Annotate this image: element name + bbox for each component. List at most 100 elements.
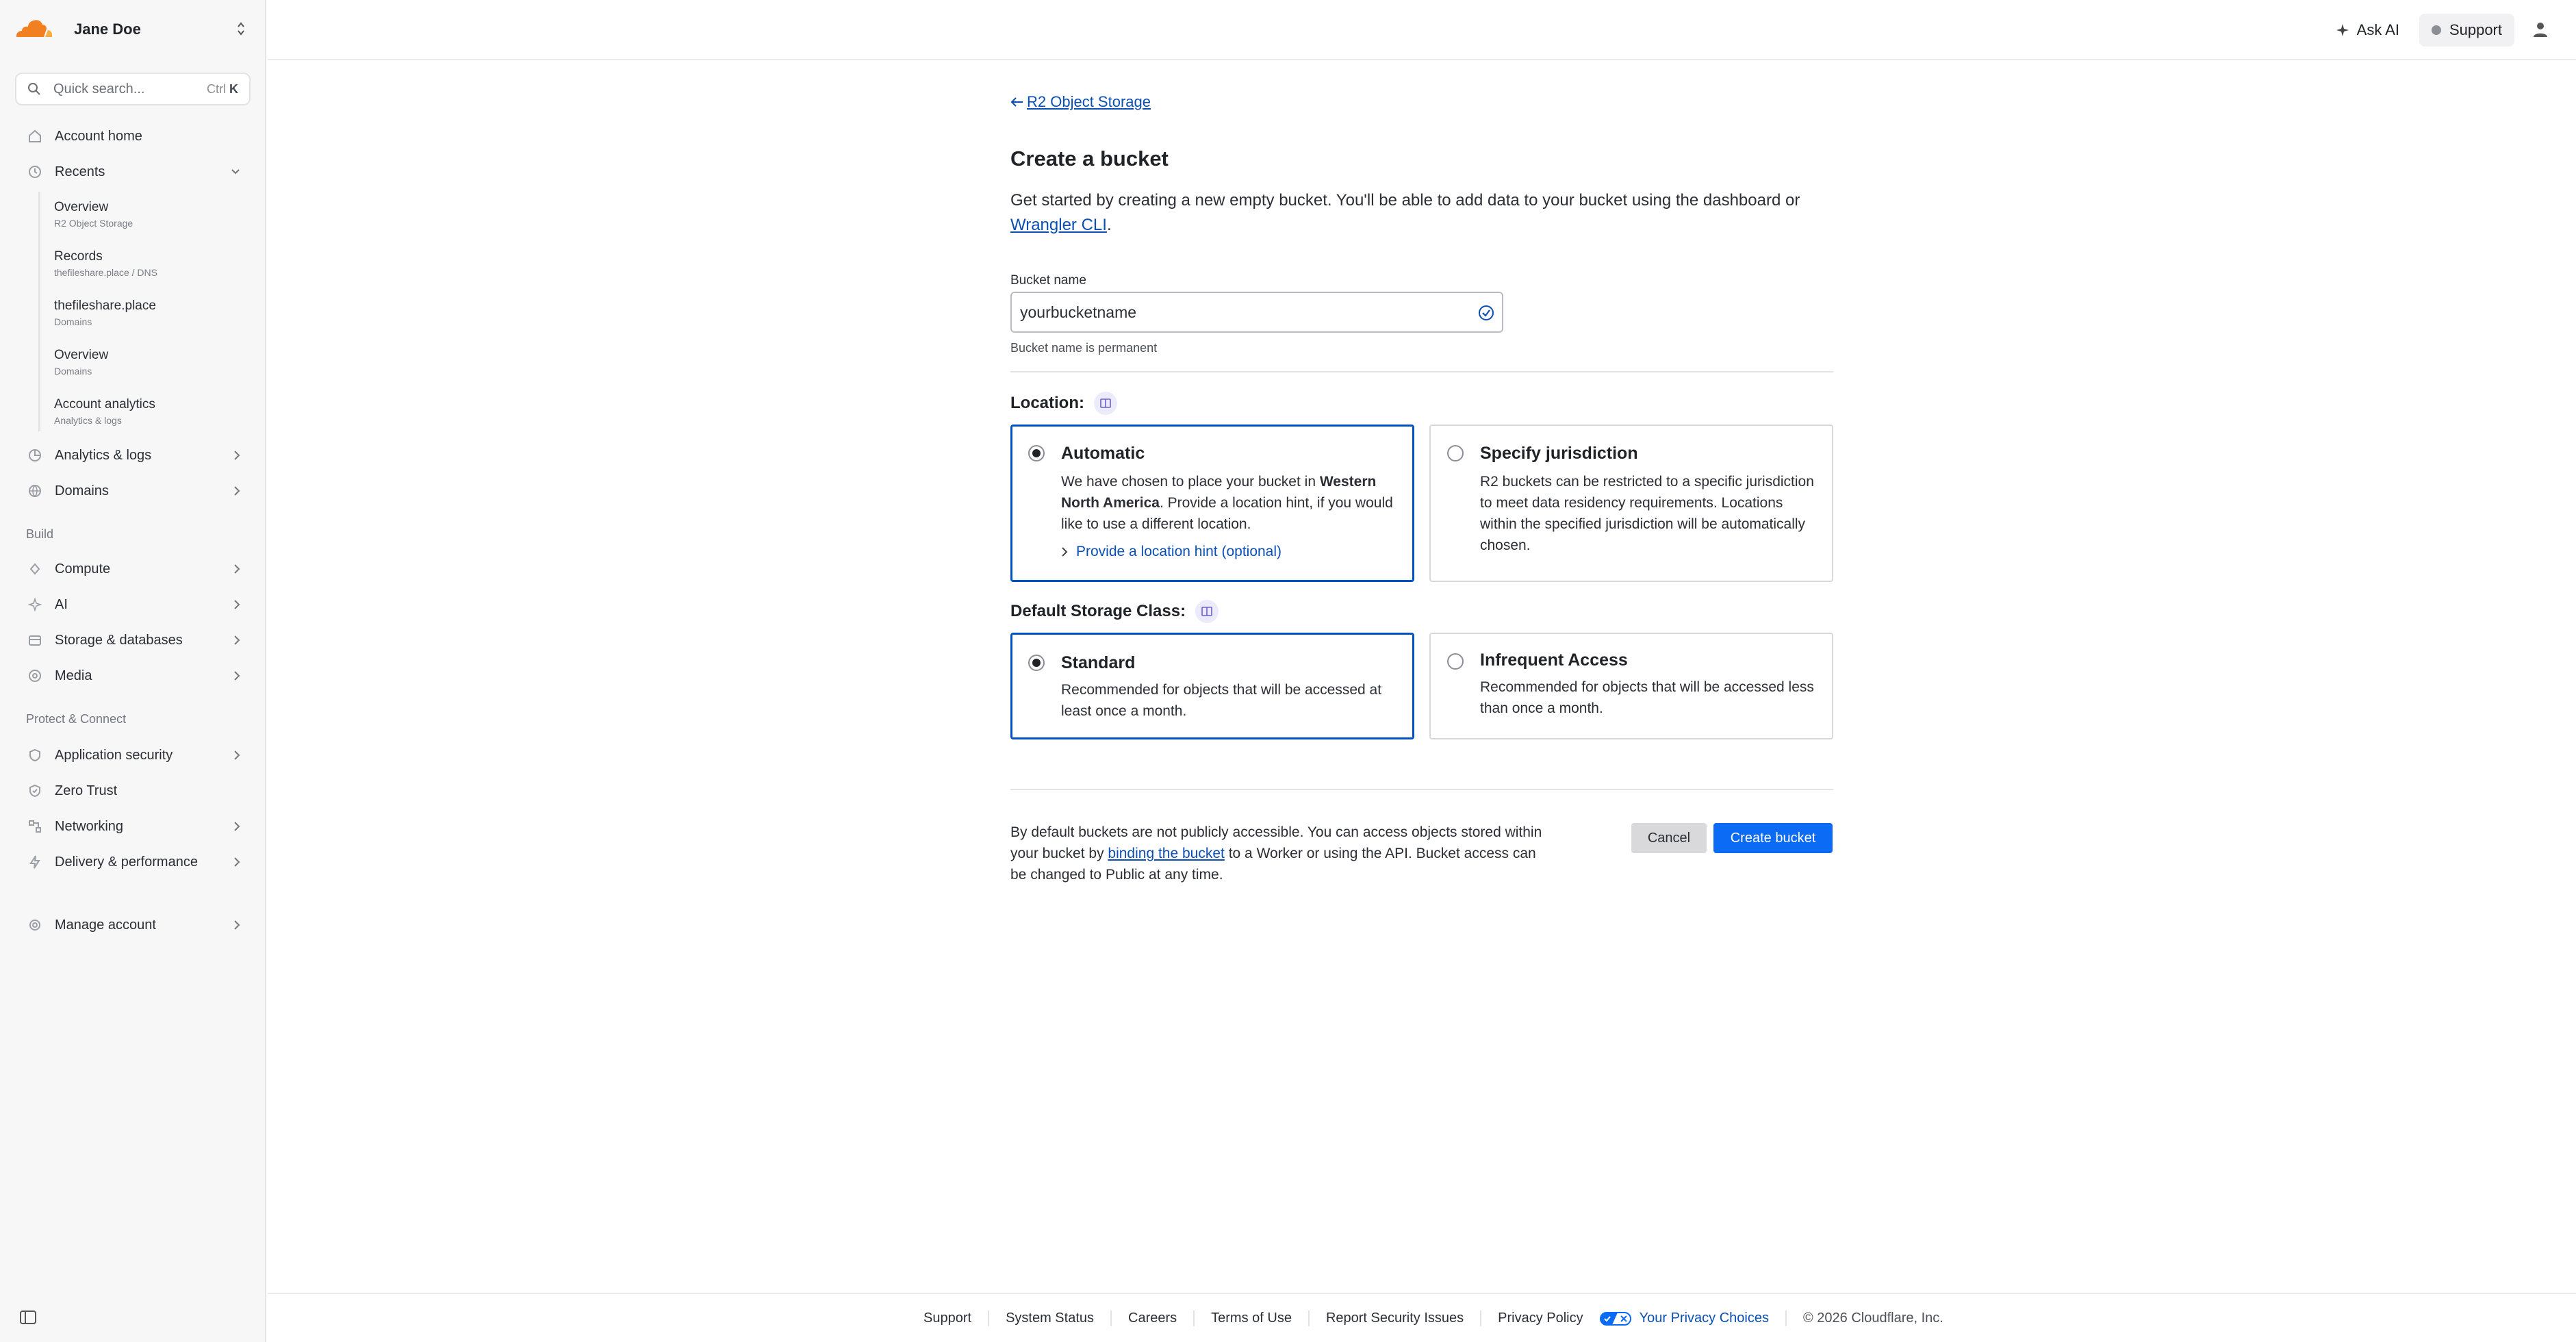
copyright: © 2026 Cloudflare, Inc. [1803,1311,1943,1326]
location-jurisdiction-card[interactable]: Specify jurisdiction R2 buckets can be r… [1429,425,1833,582]
footer-link-careers[interactable]: Careers [1112,1311,1195,1326]
chevron-up-down-icon[interactable] [236,19,246,38]
cloudflare-logo-icon [16,20,52,37]
chevron-right-icon [234,635,240,645]
sparkle-icon [27,597,42,612]
divider [1010,371,1833,372]
home-icon [29,129,41,142]
recent-item[interactable]: thefileshare.place Domains [54,299,246,327]
sidebar-item-ai[interactable]: AI [15,589,251,620]
support-button[interactable]: Support [2419,14,2514,47]
location-hint-toggle[interactable]: Provide a location hint (optional) [1061,544,1281,560]
sidebar-item-media[interactable]: Media [15,660,251,692]
standard-title: Standard [1061,653,1136,672]
page-title: Create a bucket [1010,147,1169,170]
lightning-icon [29,855,40,869]
user-icon[interactable] [2532,21,2549,38]
sidebar-item-recents[interactable]: Recents [15,156,251,188]
top-bar: Ask AI Support [268,0,2576,60]
location-automatic-card[interactable]: Automatic We have chosen to place your b… [1010,425,1414,582]
footer-link-privacy-policy[interactable]: Privacy Policy [1481,1311,1599,1326]
radio-standard[interactable] [1028,655,1045,671]
infrequent-description: Recommended for objects that will be acc… [1480,679,1814,716]
sidebar-item-manage-account[interactable]: Manage account [15,909,251,941]
chevron-right-icon [234,600,240,609]
account-switcher[interactable]: Jane Doe [0,0,266,59]
chevron-right-icon [234,750,240,760]
search-placeholder: Quick search... [53,81,145,97]
chevron-right-icon [234,857,240,867]
quick-search[interactable]: Quick search... Ctrl K [15,73,251,105]
chart-icon [29,449,41,461]
gear-icon [29,920,40,930]
recent-item[interactable]: Overview Domains [54,348,246,377]
public-access-note: By default buckets are not publicly acce… [1010,824,1542,883]
docs-icon[interactable] [1195,600,1219,623]
shield-icon [29,748,40,762]
chevron-down-icon [231,169,240,175]
chevron-right-icon [1062,547,1068,557]
sidebar-item-application-security[interactable]: Application security [15,739,251,771]
back-link[interactable]: R2 Object Storage [1010,93,1151,111]
jurisdiction-title: Specify jurisdiction [1480,444,1638,463]
media-icon [29,670,41,682]
sidebar-item-analytics[interactable]: Analytics & logs [15,440,251,471]
storage-infrequent-card[interactable]: Infrequent Access Recommended for object… [1429,633,1833,739]
sidebar-item-zero-trust[interactable]: Zero Trust [15,775,251,807]
network-icon [29,820,41,833]
wrangler-cli-link[interactable]: Wrangler CLI [1010,216,1107,234]
sparkle-icon [2336,24,2349,36]
sidebar-item-domains[interactable]: Domains [15,475,251,507]
docs-icon[interactable] [1094,392,1117,415]
footer-link-system-status[interactable]: System Status [989,1311,1112,1326]
section-label-protect: Protect & Connect [26,712,127,726]
search-icon [28,83,40,95]
ask-ai-button[interactable]: Ask AI [2335,16,2399,44]
search-shortcut: Ctrl K [206,81,238,96]
chevron-right-icon [234,564,240,574]
chevron-right-icon [234,920,240,930]
automatic-title: Automatic [1061,444,1145,463]
automatic-description: We have chosen to place your bucket in W… [1061,474,1393,532]
radio-infrequent[interactable] [1447,653,1464,670]
standard-description: Recommended for objects that will be acc… [1061,682,1382,719]
footer-link-support[interactable]: Support [923,1311,990,1326]
storage-standard-card[interactable]: Standard Recommended for objects that wi… [1010,633,1414,739]
bucket-name-hint: Bucket name is permanent [1010,341,1158,355]
bucket-name-input[interactable] [1010,292,1503,333]
compute-icon [29,563,40,575]
bucket-name-label: Bucket name [1010,273,1086,288]
privacy-toggle-icon [1599,1311,1631,1326]
section-label-build: Build [26,527,54,541]
footer-link-terms[interactable]: Terms of Use [1195,1311,1310,1326]
globe-icon [29,485,41,498]
zero-trust-shield-icon [29,784,40,798]
database-icon [29,635,41,646]
footer-link-security[interactable]: Report Security Issues [1310,1311,1482,1326]
binding-the-bucket-link[interactable]: binding the bucket [1108,846,1224,861]
intro-text: Get started by creating a new empty buck… [1010,191,1800,234]
arrow-left-icon [1010,97,1023,107]
recent-item[interactable]: Account analytics Analytics & logs [54,397,246,426]
chevron-right-icon [234,671,240,681]
cancel-button[interactable]: Cancel [1631,823,1707,853]
check-circle-icon [1479,305,1494,320]
recent-item[interactable]: Overview R2 Object Storage [54,200,246,229]
sidebar-item-account-home[interactable]: Account home [15,121,251,152]
location-heading: Location: [1010,392,1117,415]
chevron-right-icon [234,486,240,496]
sidebar-item-compute[interactable]: Compute [15,553,251,585]
sidebar-item-storage[interactable]: Storage & databases [15,624,251,656]
create-bucket-button[interactable]: Create bucket [1713,823,1833,853]
radio-automatic[interactable] [1028,445,1045,461]
help-icon [2431,25,2441,35]
recent-item[interactable]: Records thefileshare.place / DNS [54,249,246,278]
radio-jurisdiction[interactable] [1447,445,1464,461]
sidebar-toggle-icon[interactable] [19,1309,37,1326]
chevron-right-icon [234,451,240,460]
sidebar-item-networking[interactable]: Networking [15,811,251,842]
sidebar-item-delivery[interactable]: Delivery & performance [15,846,251,878]
privacy-choices-link[interactable]: Your Privacy Choices [1599,1311,1787,1326]
storage-class-heading: Default Storage Class: [1010,600,1219,623]
chevron-right-icon [234,822,240,831]
